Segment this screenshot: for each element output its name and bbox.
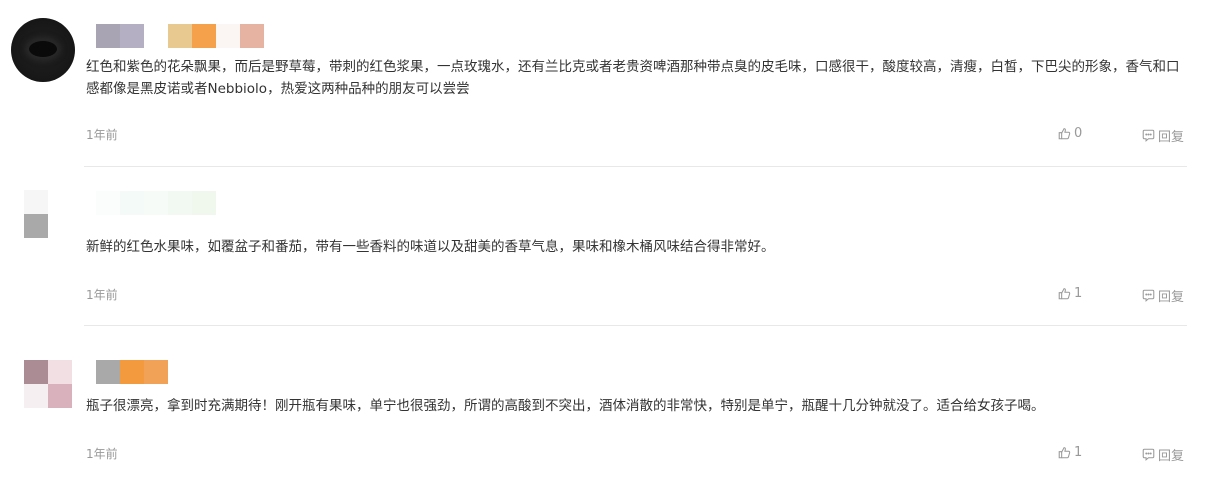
comment-time: 1年前 bbox=[86, 447, 118, 461]
reply-button[interactable]: 回复 bbox=[1142, 126, 1184, 145]
comment-text: 新鲜的红色水果味，如覆盆子和番茄，带有一些香料的味道以及甜美的香草气息，果味和橡… bbox=[86, 239, 775, 255]
like-count: 1 bbox=[1074, 286, 1083, 301]
thumbs-up-icon bbox=[1058, 446, 1071, 459]
thumbs-up-icon bbox=[1058, 287, 1071, 300]
comment-text: 红色和紫色的花朵飘果，而后是野草莓，带刺的红色浆果，一点玫瑰水，还有兰比克或者老… bbox=[86, 59, 1180, 97]
reply-button[interactable]: 回复 bbox=[1142, 445, 1184, 464]
username-redacted[interactable] bbox=[96, 24, 264, 48]
comment-item: 瓶子很漂亮，拿到时充满期待！刚开瓶有果味，单宁也很强劲，所谓的高酸到不突出，酒体… bbox=[0, 326, 1221, 477]
reply-label: 回复 bbox=[1158, 290, 1185, 305]
comment-icon bbox=[1142, 448, 1155, 461]
comment-time: 1年前 bbox=[86, 288, 118, 302]
comment-item: 新鲜的红色水果味，如覆盆子和番茄，带有一些香料的味道以及甜美的香草气息，果味和橡… bbox=[0, 166, 1221, 326]
like-button[interactable]: 1 bbox=[1058, 445, 1082, 460]
comment-icon bbox=[1142, 129, 1155, 142]
avatar[interactable] bbox=[11, 18, 75, 82]
reply-label: 回复 bbox=[1158, 130, 1185, 145]
avatar[interactable] bbox=[24, 190, 48, 238]
comment-item: 红色和紫色的花朵飘果，而后是野草莓，带刺的红色浆果，一点玫瑰水，还有兰比克或者老… bbox=[0, 0, 1221, 167]
like-count: 1 bbox=[1074, 445, 1083, 460]
username-redacted[interactable] bbox=[96, 191, 216, 215]
comment-text: 瓶子很漂亮，拿到时充满期待！刚开瓶有果味，单宁也很强劲，所谓的高酸到不突出，酒体… bbox=[86, 398, 1045, 414]
username-redacted[interactable] bbox=[96, 360, 168, 384]
like-button[interactable]: 0 bbox=[1058, 126, 1082, 141]
comment-list: 红色和紫色的花朵飘果，而后是野草莓，带刺的红色浆果，一点玫瑰水，还有兰比克或者老… bbox=[0, 0, 1221, 477]
avatar-image-detail bbox=[29, 41, 57, 57]
like-button[interactable]: 1 bbox=[1058, 286, 1082, 301]
reply-label: 回复 bbox=[1158, 449, 1185, 464]
comment-icon bbox=[1142, 289, 1155, 302]
like-count: 0 bbox=[1074, 126, 1083, 141]
reply-button[interactable]: 回复 bbox=[1142, 286, 1184, 305]
comment-time: 1年前 bbox=[86, 128, 118, 142]
avatar[interactable] bbox=[24, 360, 72, 408]
thumbs-up-icon bbox=[1058, 127, 1071, 140]
